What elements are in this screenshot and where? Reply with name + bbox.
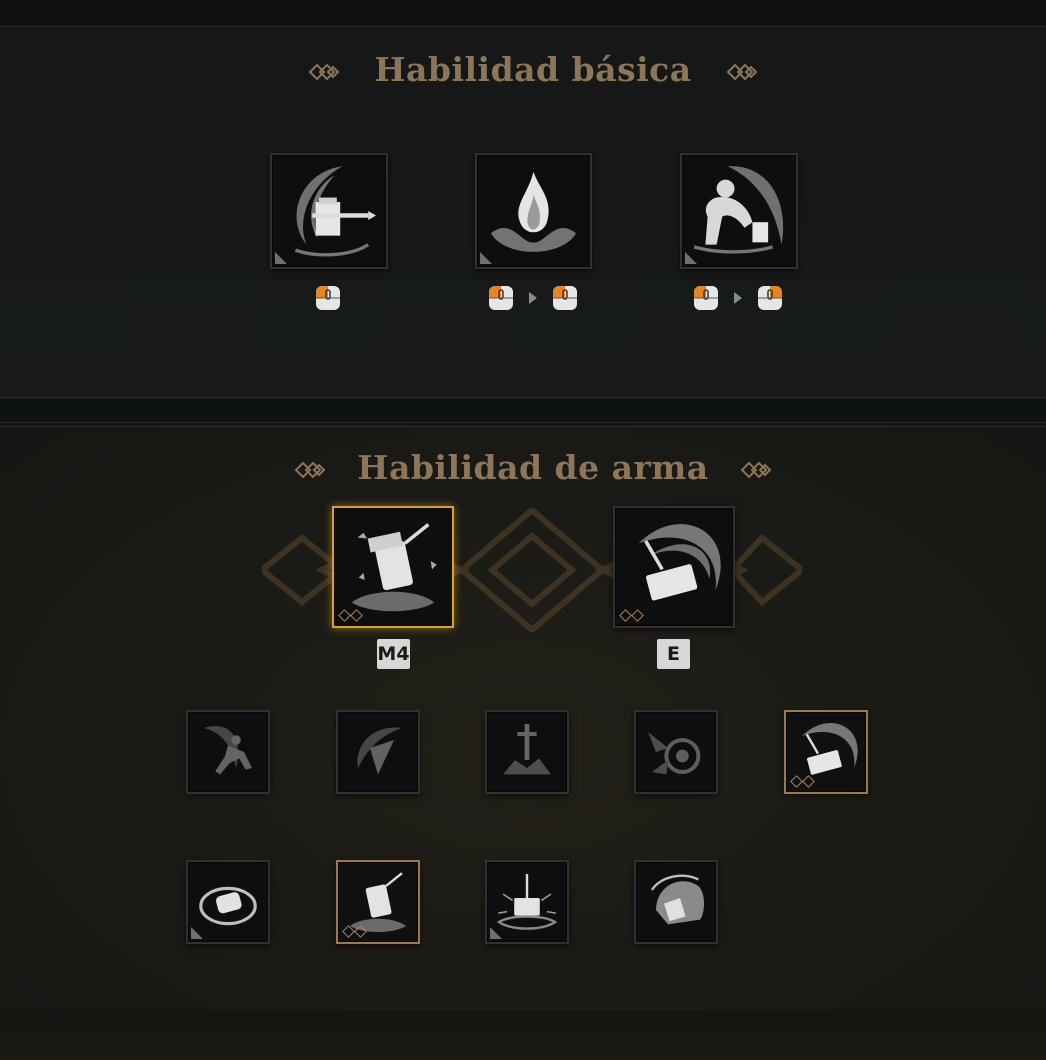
title-ornament-left-icon [308, 63, 340, 81]
rank-diamonds [790, 775, 815, 788]
weapon-skill-r1-5[interactable] [784, 710, 868, 794]
weapon-skill-r2-2[interactable] [336, 860, 420, 944]
slot-corner-marker [275, 252, 287, 264]
spear-slash-icon [357, 727, 402, 775]
slot-corner-marker [490, 927, 502, 939]
rank-diamonds [342, 925, 367, 938]
weapon-skill-r2-1[interactable] [186, 860, 270, 944]
left-click-icon [316, 286, 340, 310]
top-band [0, 0, 1046, 27]
right-click-icon [758, 286, 782, 310]
sequence-arrow-icon [734, 292, 742, 304]
basic-section-title: Habilidad básica [374, 50, 692, 89]
rank-diamonds [619, 609, 644, 622]
slot-corner-marker [685, 252, 697, 264]
title-ornament-right-icon [740, 461, 772, 479]
weapon-ability-slot-1[interactable] [332, 506, 454, 628]
sequence-arrow-icon [529, 292, 537, 304]
shield-impact-icon [648, 732, 701, 775]
bottom-band [0, 1011, 1046, 1060]
title-ornament-right-icon [726, 63, 758, 81]
section-divider [0, 398, 1046, 423]
basic-ability-2[interactable] [475, 153, 592, 269]
slot-corner-marker [480, 252, 492, 264]
left-click-icon [489, 286, 513, 310]
slot-corner-marker [191, 927, 203, 939]
weapon-skill-r1-3[interactable] [485, 710, 569, 794]
spinning-hammer-icon [638, 524, 721, 601]
sword-stuck-icon [503, 724, 551, 775]
flame-burst-icon [490, 171, 577, 252]
weapon-section-title: Habilidad de arma [357, 448, 709, 487]
basic-ability-3[interactable] [680, 153, 798, 269]
ground-slam-icon [351, 523, 437, 612]
weapon-skill-r1-1[interactable] [186, 710, 270, 794]
weapon-skill-r2-3[interactable] [485, 860, 569, 944]
rank-diamonds [338, 609, 363, 622]
left-click-icon [694, 286, 718, 310]
crouch-hammer-icon [693, 166, 784, 254]
weapon-ability-slot-2[interactable] [613, 506, 735, 628]
keybind-m4: M4 [377, 639, 410, 669]
weapon-skill-r2-4[interactable] [634, 860, 718, 944]
weapon-skill-r1-4[interactable] [634, 710, 718, 794]
dash-runner-icon [204, 725, 252, 775]
weapon-skill-r1-2[interactable] [336, 710, 420, 794]
left-click-icon [553, 286, 577, 310]
helmet-charge-icon [650, 874, 704, 925]
basic-ability-1[interactable] [270, 153, 388, 269]
title-ornament-left-icon [294, 461, 326, 479]
hammer-swing-icon [294, 166, 377, 257]
keybind-e: E [657, 639, 690, 669]
